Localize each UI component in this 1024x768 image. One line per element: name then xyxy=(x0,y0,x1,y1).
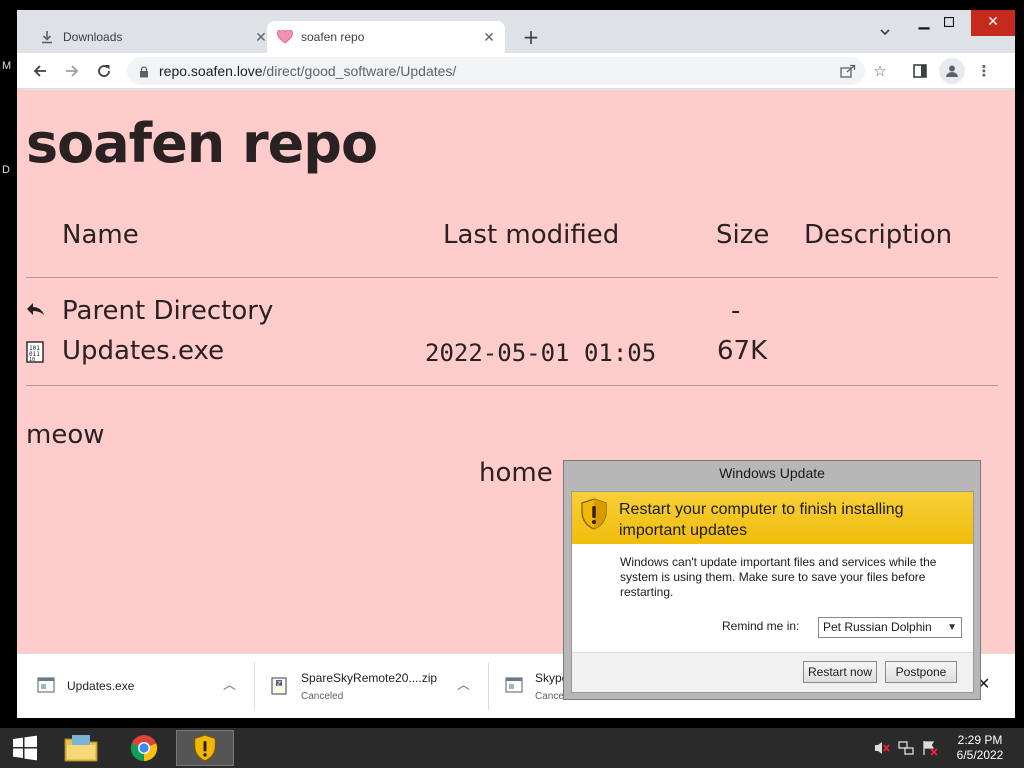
divider xyxy=(26,277,998,278)
postpone-button[interactable]: Postpone xyxy=(885,661,957,683)
close-icon[interactable]: ✕ xyxy=(477,29,501,46)
remind-select[interactable]: Pet Russian Dolphin ▼ xyxy=(818,617,962,638)
column-header-size[interactable]: Size xyxy=(716,220,769,250)
bookmark-star-icon[interactable]: ☆ xyxy=(867,58,893,84)
download-item[interactable]: Z SpareSkyRemote20....zip Canceled ︿ xyxy=(251,654,487,718)
windows-update-taskbar-button[interactable] xyxy=(176,730,234,766)
tab-downloads[interactable]: Downloads ✕ xyxy=(29,21,277,53)
back-arrow-icon xyxy=(26,301,46,321)
executable-file-icon xyxy=(505,677,523,695)
chrome-icon xyxy=(130,735,158,762)
dialog-title: Windows Update xyxy=(719,465,825,481)
url-path: /direct/good_software/Updates/ xyxy=(262,63,457,79)
dialog-footer: Restart now Postpone xyxy=(572,652,973,692)
windows-update-dialog: Windows Update Restart your computer to … xyxy=(563,460,981,700)
binary-file-icon: 101 011 10 xyxy=(26,341,46,363)
svg-text:10: 10 xyxy=(29,357,35,363)
dialog-banner: Restart your computer to finish installi… xyxy=(572,492,973,544)
file-explorer-button[interactable] xyxy=(52,730,110,766)
shield-warning-icon xyxy=(580,498,608,530)
new-tab-button[interactable]: + xyxy=(517,24,545,52)
chrome-button[interactable] xyxy=(115,730,173,766)
lock-icon xyxy=(139,65,149,78)
remind-select-value: Pet Russian Dolphin xyxy=(823,620,932,634)
download-status: Canceled xyxy=(301,690,344,702)
volume-muted-icon[interactable] xyxy=(874,740,890,756)
action-center-flag-icon[interactable] xyxy=(922,740,938,756)
row-size: - xyxy=(731,296,741,326)
url-host: repo.soafen.love xyxy=(159,63,263,79)
maximize-button[interactable] xyxy=(932,10,966,36)
tab-soafen-repo[interactable]: soafen repo ✕ xyxy=(267,21,505,53)
column-header-name[interactable]: Name xyxy=(62,220,139,250)
clock-date: 6/5/2022 xyxy=(956,748,1004,762)
clock-time: 2:29 PM xyxy=(957,733,1003,747)
heart-icon xyxy=(277,29,293,45)
tab-label: Downloads xyxy=(63,30,123,44)
address-bar[interactable]: repo.soafen.love/direct/good_software/Up… xyxy=(127,57,865,85)
home-link[interactable]: home xyxy=(479,458,553,488)
network-icon[interactable] xyxy=(898,740,914,756)
menu-kebab-icon[interactable]: ⋮ xyxy=(971,58,997,84)
column-header-modified[interactable]: Last modified xyxy=(443,220,619,250)
download-item[interactable]: Updates.exe ︿ xyxy=(17,654,253,718)
chevron-up-icon[interactable]: ︿ xyxy=(223,674,236,693)
page-title: soafen repo xyxy=(26,112,378,175)
updates-exe-link[interactable]: Updates.exe xyxy=(62,336,224,366)
row-size: 67K xyxy=(717,336,768,366)
profile-avatar-icon[interactable] xyxy=(939,58,965,84)
browser-toolbar: repo.soafen.love/direct/good_software/Up… xyxy=(17,53,1015,89)
divider xyxy=(26,385,998,386)
forward-button[interactable] xyxy=(59,58,85,84)
zip-file-icon: Z xyxy=(271,677,289,695)
desktop-icon-label: M xyxy=(2,60,12,72)
remind-label: Remind me in: xyxy=(722,619,800,633)
footer-text: meow xyxy=(26,420,105,450)
dialog-body: Restart your computer to finish installi… xyxy=(571,491,974,693)
tab-strip: Downloads ✕ soafen repo ✕ + ▁ ✕ xyxy=(17,10,1015,53)
close-window-button[interactable]: ✕ xyxy=(971,10,1015,36)
side-panel-icon[interactable] xyxy=(907,58,933,84)
dialog-message: Windows can't update important files and… xyxy=(620,555,937,599)
chevron-down-icon[interactable] xyxy=(873,26,897,50)
executable-file-icon xyxy=(37,677,55,695)
folder-icon xyxy=(64,735,98,762)
download-icon xyxy=(39,29,55,45)
row-modified: 2022-05-01 01:05 xyxy=(425,339,657,367)
shield-warning-icon xyxy=(194,734,216,762)
svg-text:Z: Z xyxy=(277,681,281,688)
download-name: Updates.exe xyxy=(67,679,135,693)
system-clock[interactable]: 2:29 PM 6/5/2022 xyxy=(950,733,1010,763)
chevron-up-icon[interactable]: ︿ xyxy=(457,674,470,693)
taskbar: 2:29 PM 6/5/2022 xyxy=(0,728,1024,768)
chevron-down-icon: ▼ xyxy=(947,622,957,633)
tab-label: soafen repo xyxy=(301,30,365,44)
dialog-heading: Restart your computer to finish installi… xyxy=(619,501,904,539)
back-button[interactable] xyxy=(27,58,53,84)
restart-now-button[interactable]: Restart now xyxy=(803,661,877,683)
start-button[interactable] xyxy=(0,730,50,766)
column-header-description[interactable]: Description xyxy=(804,220,952,250)
parent-directory-link[interactable]: Parent Directory xyxy=(62,296,273,326)
download-name: SpareSkyRemote20....zip xyxy=(301,670,438,685)
share-icon[interactable] xyxy=(835,58,861,84)
windows-logo-icon xyxy=(13,735,37,761)
desktop-icon-label: D xyxy=(2,164,10,176)
reload-button[interactable] xyxy=(91,58,117,84)
